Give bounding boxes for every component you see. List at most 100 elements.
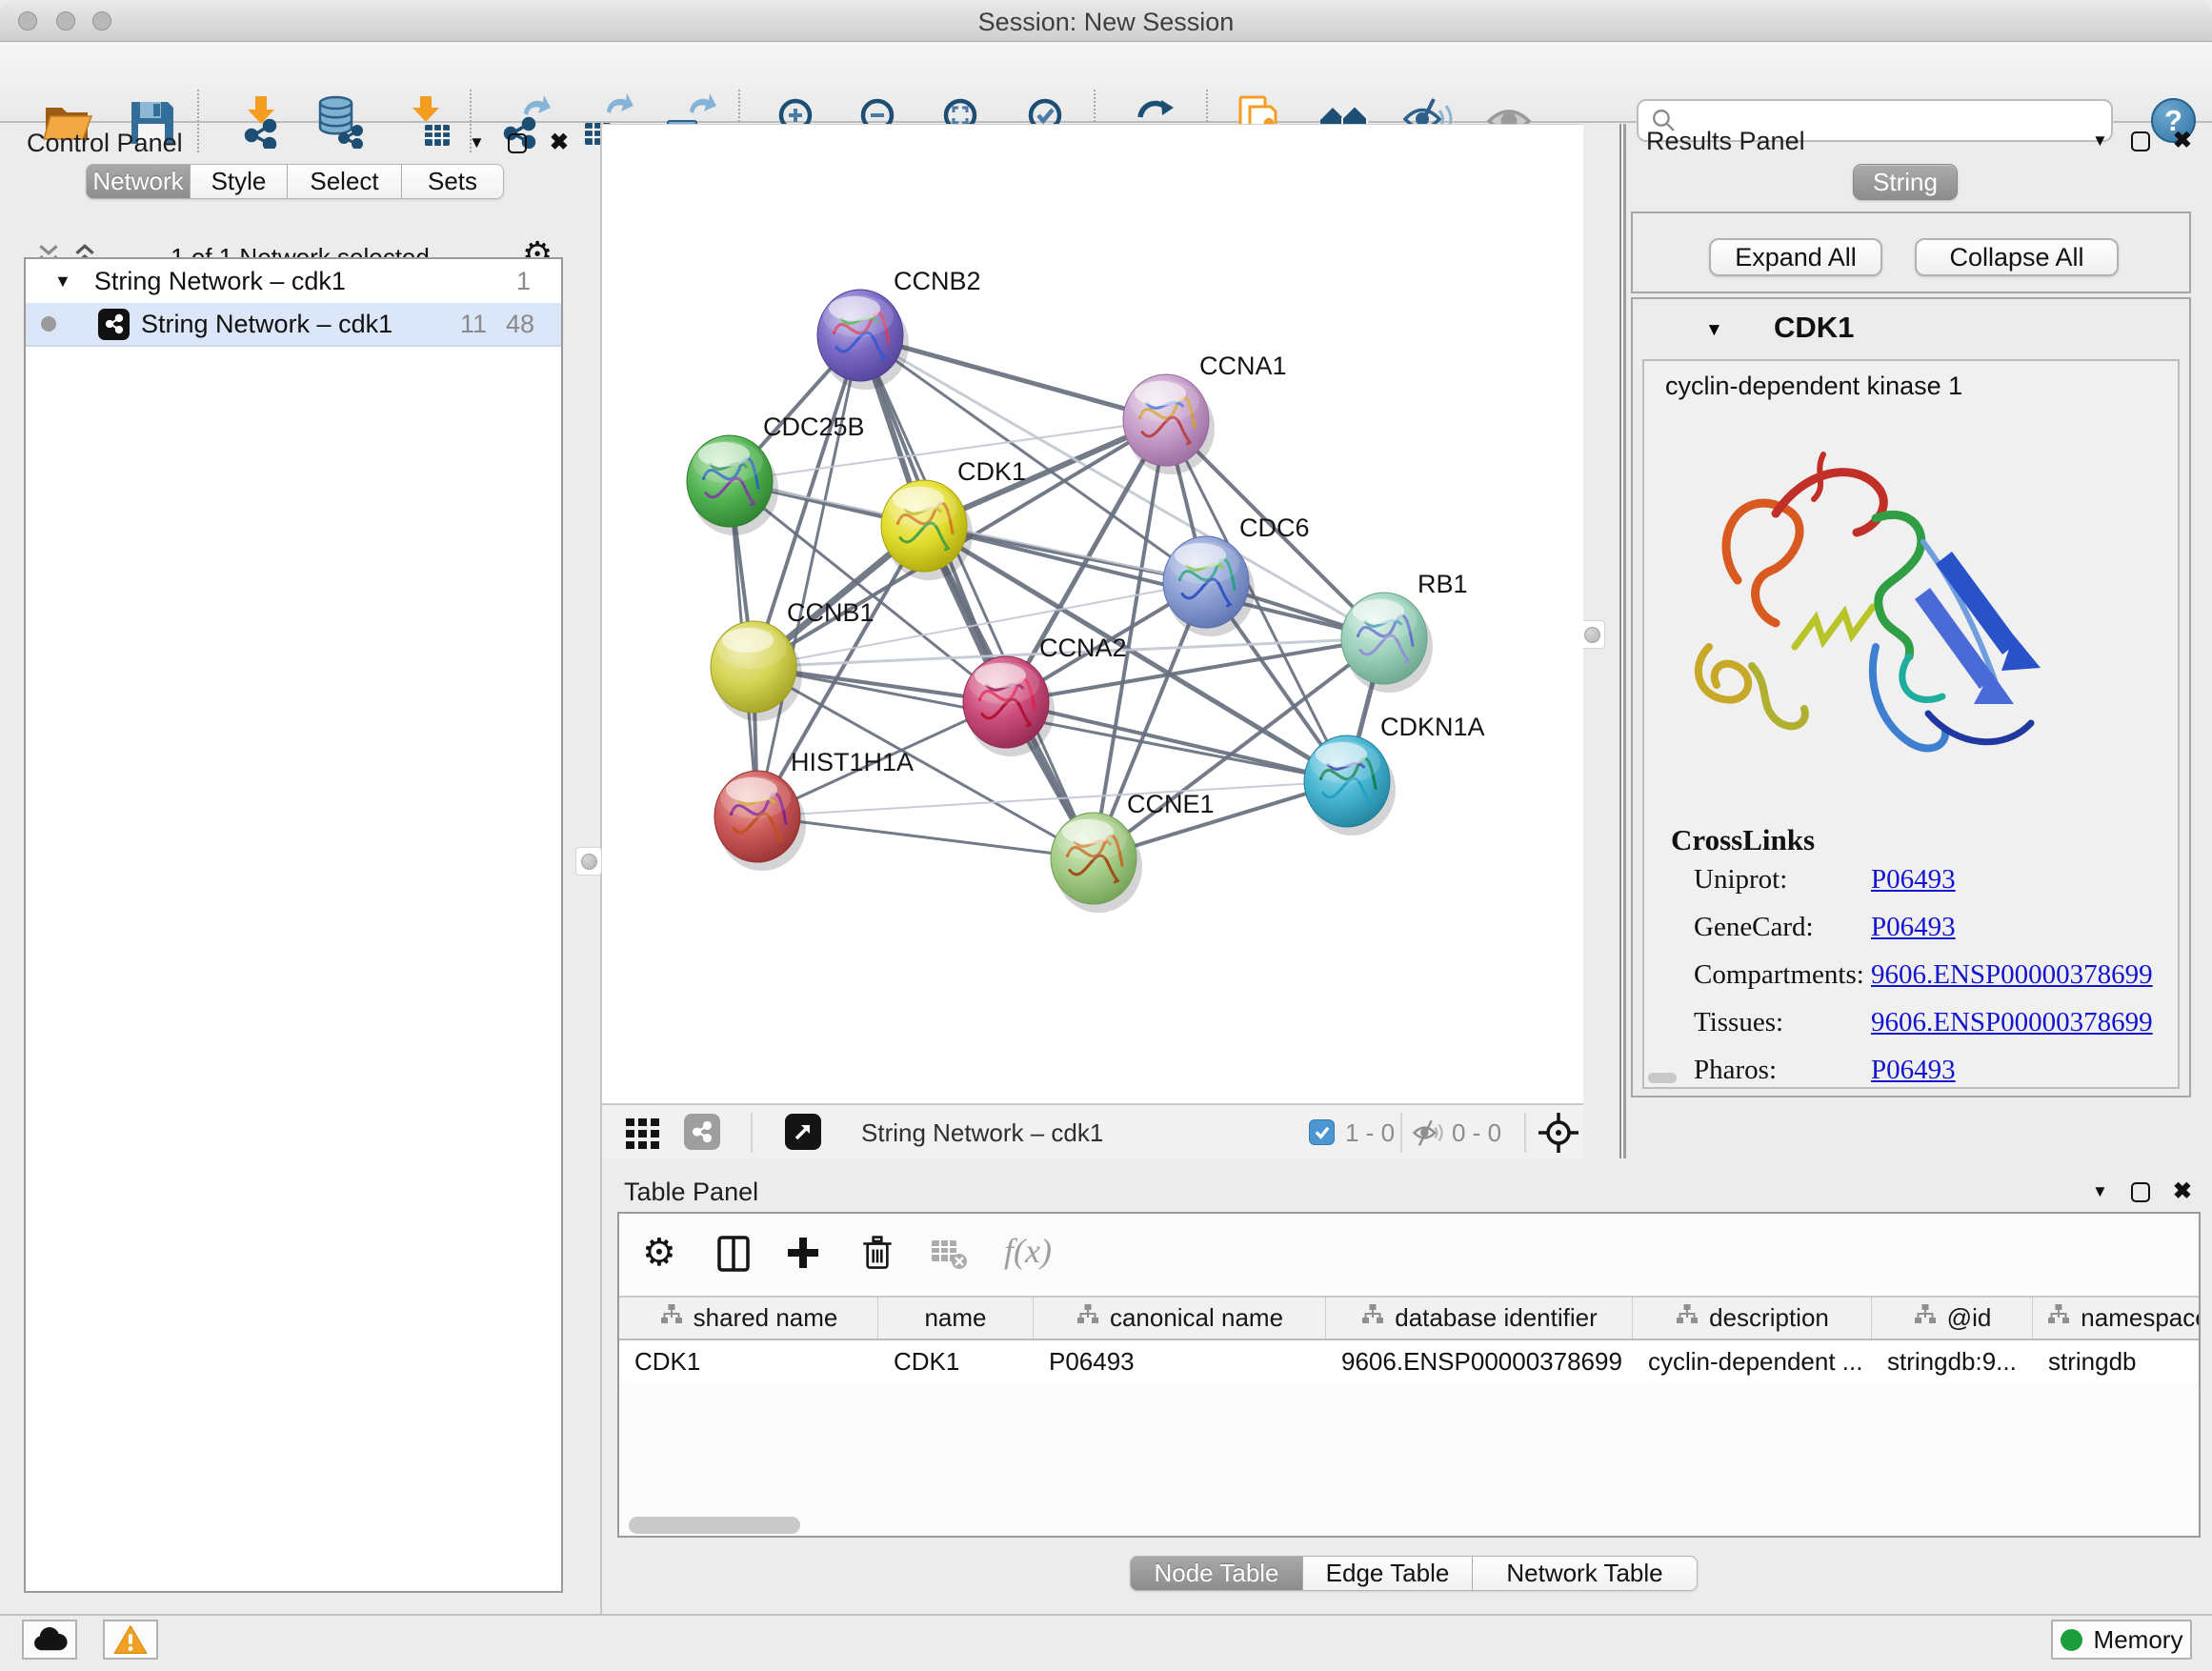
network-row[interactable]: String Network – cdk1 11 48 — [26, 303, 561, 347]
network-node-CCNE1[interactable]: CCNE1 — [1051, 790, 1215, 913]
network-node-CCNB2[interactable]: CCNB2 — [817, 267, 981, 390]
import-network-file-button[interactable] — [231, 93, 285, 149]
table-cell[interactable]: stringdb — [2033, 1340, 2201, 1383]
table-panel-menu-icon[interactable]: ▼ — [2092, 1182, 2108, 1201]
table-cell[interactable]: cyclin-dependent ... — [1633, 1340, 1872, 1383]
network-node-CDC6[interactable]: CDC6 — [1163, 513, 1310, 636]
add-column-icon[interactable] — [785, 1235, 821, 1276]
title-bar: Session: New Session — [0, 0, 2212, 42]
results-panel-menu-icon[interactable]: ▼ — [2092, 131, 2108, 151]
table-header-row: shared name name canonical namedatabase id… — [619, 1296, 2201, 1340]
column-label: namespace — [2081, 1303, 2201, 1333]
column-header-@id[interactable]: @id — [1872, 1298, 2033, 1339]
table-panel-float-icon[interactable] — [2131, 1182, 2150, 1202]
gene-details-box: cyclin-dependent kinase 1 — [1642, 359, 2180, 1089]
tab-network[interactable]: Network — [86, 164, 191, 199]
crosslink-link[interactable]: P06493 — [1871, 864, 1956, 896]
node-label-CDC6: CDC6 — [1239, 513, 1310, 542]
table-tabs: Node TableEdge TableNetwork Table — [1130, 1556, 1698, 1597]
crosslink-link[interactable]: P06493 — [1871, 912, 1956, 943]
crosslink-link[interactable]: P06493 — [1871, 1055, 1956, 1086]
control-panel-float-icon[interactable] — [508, 133, 527, 153]
import-table-button[interactable] — [399, 93, 452, 149]
tab-edge-table[interactable]: Edge Table — [1303, 1556, 1473, 1591]
gene-symbol: CDK1 — [1774, 311, 1854, 345]
tab-string[interactable]: String — [1853, 164, 1958, 200]
control-panel-tabs: NetworkStyleSelectSets — [86, 164, 504, 199]
crosslink-row: Pharos:P06493 — [1694, 1055, 2170, 1086]
node-label-CCNE1: CCNE1 — [1127, 790, 1215, 818]
crosslink-label: Pharos: — [1694, 1055, 1871, 1086]
table-cell[interactable]: CDK1 — [619, 1340, 878, 1383]
tab-select[interactable]: Select — [288, 164, 402, 199]
column-type-icon — [1913, 1302, 1938, 1334]
warnings-button[interactable] — [103, 1620, 158, 1660]
open-in-new-window-icon[interactable] — [785, 1114, 821, 1150]
node-label-HIST1H1A: HIST1H1A — [791, 748, 914, 776]
tab-sets[interactable]: Sets — [402, 164, 504, 199]
collapse-all-button[interactable]: Collapse All — [1915, 238, 2119, 276]
crosslink-row: GeneCard:P06493 — [1694, 912, 2170, 943]
window-title: Session: New Session — [0, 8, 2212, 37]
memory-button[interactable]: Memory — [2051, 1620, 2192, 1660]
network-canvas[interactable]: CCNB2CCNA1CDC25BCDK1CDC6RB1CCNB1CCNA2CDK… — [602, 124, 1583, 1103]
crosslink-link[interactable]: 9606.ENSP00000378699 — [1871, 959, 2153, 991]
network-node-CCNB1[interactable]: CCNB1 — [711, 598, 875, 721]
tab-node-table[interactable]: Node Table — [1130, 1556, 1303, 1591]
table-cell[interactable]: 9606.ENSP00000378699 — [1326, 1340, 1633, 1383]
results-scrollbar-stub[interactable] — [1648, 1073, 1677, 1083]
table-horizontal-scrollbar[interactable] — [629, 1517, 2191, 1534]
column-header-namespace[interactable]: namespace — [2033, 1298, 2201, 1339]
tab-network-table[interactable]: Network Table — [1473, 1556, 1698, 1591]
column-header-canonical-name[interactable]: canonical name — [1034, 1298, 1326, 1339]
table-row[interactable]: CDK1CDK1P064939606.ENSP00000378699cyclin… — [619, 1340, 2201, 1383]
network-share-icon[interactable] — [684, 1114, 720, 1150]
crosslink-link[interactable]: 9606.ENSP00000378699 — [1871, 1007, 2153, 1038]
node-label-CDKN1A: CDKN1A — [1380, 713, 1485, 741]
control-panel-menu-icon[interactable]: ▼ — [469, 133, 485, 152]
table-settings-gear-icon[interactable]: ⚙ — [642, 1231, 676, 1275]
cloud-icon — [31, 1626, 68, 1653]
birdseye-view-icon[interactable] — [626, 1118, 660, 1154]
tab-style[interactable]: Style — [191, 164, 288, 199]
column-header-name[interactable]: name — [878, 1298, 1034, 1339]
left-splitter-handle[interactable] — [575, 847, 602, 876]
network-edge-CCNB2-HIST1H1A[interactable] — [757, 335, 860, 816]
network-edge-CCNB2-CCNE1[interactable] — [860, 335, 1094, 858]
network-edge-CCNA2-CDKN1A[interactable] — [1006, 702, 1347, 781]
network-node-CDKN1A[interactable]: CDKN1A — [1304, 713, 1485, 836]
network-view-toolbar: String Network – cdk1 1 - 0 0 - 0 — [602, 1103, 1583, 1158]
column-header-description[interactable]: description — [1633, 1298, 1872, 1339]
show-columns-icon[interactable] — [716, 1235, 751, 1278]
import-database-icon — [312, 93, 365, 149]
collection-expand-icon[interactable]: ▼ — [54, 272, 71, 292]
results-panel-close-icon[interactable]: ✖ — [2173, 130, 2192, 152]
table-cell[interactable]: P06493 — [1034, 1340, 1326, 1383]
delete-column-trash-icon[interactable] — [859, 1233, 895, 1278]
toolbar-separator — [197, 90, 199, 152]
column-header-database-identifier[interactable]: database identifier — [1326, 1298, 1633, 1339]
table-cell[interactable]: CDK1 — [878, 1340, 1034, 1383]
control-panel-title: Control Panel — [27, 129, 183, 158]
network-collection-row[interactable]: ▼ String Network – cdk1 1 — [26, 259, 561, 303]
crosslink-row: Compartments:9606.ENSP00000378699 — [1694, 959, 2170, 991]
column-label: name — [924, 1303, 986, 1333]
import-network-database-button[interactable] — [312, 93, 365, 149]
cloud-button[interactable] — [22, 1620, 77, 1660]
expand-all-button[interactable]: Expand All — [1709, 238, 1882, 276]
protein-structure-image — [1680, 428, 2081, 809]
table-panel-close-icon[interactable]: ✖ — [2173, 1180, 2192, 1203]
network-node-count: 11 — [460, 310, 487, 339]
fit-selected-crosshair-icon[interactable] — [1538, 1112, 1579, 1158]
scrollbar-thumb[interactable] — [629, 1517, 800, 1534]
network-node-CCNA1[interactable]: CCNA1 — [1123, 352, 1287, 474]
network-node-RB1[interactable]: RB1 — [1341, 570, 1468, 693]
hidden-node-edge-counts: 0 - 0 — [1452, 1118, 1501, 1148]
column-header-shared-name[interactable]: shared name — [619, 1298, 878, 1339]
network-edge-HIST1H1A-CCNE1[interactable] — [757, 816, 1094, 858]
gene-collapse-icon[interactable]: ▼ — [1705, 320, 1723, 341]
results-panel-float-icon[interactable] — [2131, 131, 2150, 151]
application-window: Session: New Session ? Control Panel — [0, 0, 2212, 1671]
table-cell[interactable]: stringdb:9... — [1872, 1340, 2033, 1383]
selected-checkbox[interactable] — [1309, 1119, 1335, 1145]
